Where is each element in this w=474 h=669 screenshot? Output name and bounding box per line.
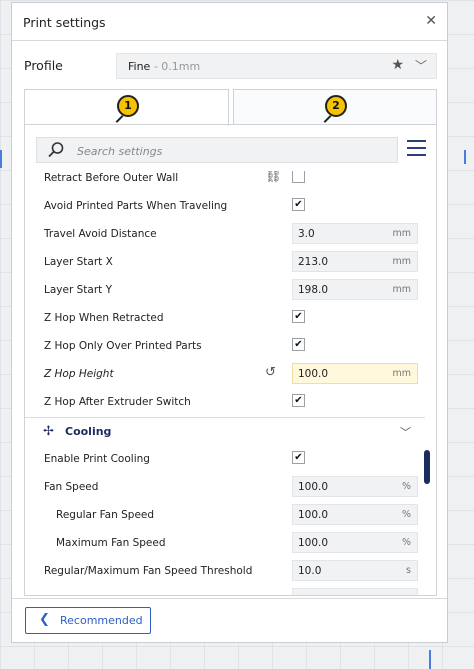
setting-row-z-hop-after-extruder-switch: Z Hop After Extruder Switch ✔	[25, 388, 425, 416]
profile-value-main: Fine	[128, 60, 151, 73]
setting-label: Z Hop Height	[44, 368, 114, 380]
field-value: 10.0	[298, 565, 322, 577]
setting-label: Travel Avoid Distance	[44, 228, 157, 240]
field-value: 100.0	[298, 481, 329, 493]
setting-label: Avoid Printed Parts When Traveling	[44, 200, 228, 212]
field-unit: mm	[392, 368, 411, 379]
setting-row-partial	[25, 585, 425, 595]
field-value: 3.0	[298, 228, 315, 240]
setting-row-fan-speed: Fan Speed 100.0 %	[25, 473, 425, 501]
panel-title: Print settings	[23, 15, 106, 30]
field-unit: %	[401, 509, 411, 520]
print-settings-panel: Print settings ✕ Profile Fine - 0.1mm ★ …	[11, 2, 448, 643]
field-value: 198.0	[298, 284, 329, 296]
setting-row-z-hop-height: Z Hop Height ↺ 100.0 mm	[25, 360, 425, 388]
setting-label: Z Hop After Extruder Switch	[44, 396, 191, 408]
setting-row-fan-speed-threshold: Regular/Maximum Fan Speed Threshold 10.0…	[25, 557, 425, 585]
profile-value-sub: - 0.1mm	[150, 60, 201, 73]
star-icon[interactable]: ★	[391, 57, 404, 73]
setting-label: Regular Fan Speed	[56, 509, 155, 521]
viewport-line-right	[464, 150, 466, 164]
close-icon[interactable]: ✕	[425, 13, 437, 29]
setting-label: Z Hop When Retracted	[44, 312, 164, 324]
retract-before-outer-wall-checkbox[interactable]	[292, 171, 305, 183]
setting-label: Enable Print Cooling	[44, 453, 150, 465]
extruder-tabs: 1 2	[24, 89, 437, 126]
fan-speed-threshold-field[interactable]: 10.0 s	[292, 560, 418, 581]
profile-label: Profile	[24, 58, 63, 73]
chevron-down-icon[interactable]: ﹀	[415, 57, 427, 74]
profile-select[interactable]: Fine - 0.1mm ★ ﹀	[116, 53, 437, 79]
search-input[interactable]	[75, 138, 397, 164]
section-cooling-header[interactable]: ✢ Cooling ﹀	[25, 417, 425, 446]
viewport-line-left	[0, 150, 2, 168]
section-title: Cooling	[65, 425, 112, 438]
setting-label: Z Hop Only Over Printed Parts	[44, 340, 202, 352]
search-icon	[48, 142, 64, 158]
field-value: 100.0	[298, 537, 329, 549]
travel-avoid-distance-field[interactable]: 3.0 mm	[292, 223, 418, 244]
tab-extruder-2[interactable]: 2	[233, 89, 437, 125]
chevron-down-icon[interactable]: ﹀	[400, 424, 411, 440]
setting-row-regular-fan-speed: Regular Fan Speed 100.0 %	[25, 501, 425, 529]
setting-row-avoid-printed-parts: Avoid Printed Parts When Traveling ✔	[25, 192, 425, 220]
setting-label: Regular/Maximum Fan Speed Threshold	[44, 565, 253, 577]
fan-speed-field[interactable]: 100.0 %	[292, 476, 418, 497]
chevron-left-icon: ❮	[39, 612, 50, 627]
setting-row-retract-before-outer-wall: Retract Before Outer Wall ⛓	[25, 171, 425, 192]
recommended-button[interactable]: ❮ Recommended	[25, 607, 151, 634]
setting-label: Maximum Fan Speed	[56, 537, 166, 549]
layer-start-y-field[interactable]: 198.0 mm	[292, 279, 418, 300]
field-unit: %	[401, 537, 411, 548]
setting-row-enable-print-cooling: Enable Print Cooling ✔	[25, 445, 425, 473]
setting-row-maximum-fan-speed: Maximum Fan Speed 100.0 %	[25, 529, 425, 557]
field-unit: %	[401, 481, 411, 492]
field-unit: s	[406, 565, 411, 576]
link-icon[interactable]: ⛓	[265, 171, 282, 184]
reset-icon[interactable]: ↺	[265, 365, 276, 380]
setting-row-z-hop-only-over-printed: Z Hop Only Over Printed Parts ✔	[25, 332, 425, 360]
field-value: 100.0	[298, 368, 329, 380]
setting-row-layer-start-y: Layer Start Y 198.0 mm	[25, 276, 425, 304]
setting-label: Layer Start X	[44, 256, 113, 268]
z-hop-only-over-printed-checkbox[interactable]: ✔	[292, 338, 305, 351]
avoid-printed-parts-checkbox[interactable]: ✔	[292, 198, 305, 211]
settings-content: Retract Before Outer Wall ⛓ Avoid Printe…	[24, 124, 437, 596]
z-hop-after-extruder-switch-checkbox[interactable]: ✔	[292, 394, 305, 407]
setting-row-travel-avoid-distance: Travel Avoid Distance 3.0 mm	[25, 220, 425, 248]
viewport-line-bottom	[429, 650, 431, 669]
z-hop-when-retracted-checkbox[interactable]: ✔	[292, 310, 305, 323]
layer-start-x-field[interactable]: 213.0 mm	[292, 251, 418, 272]
setting-row-layer-start-x: Layer Start X 213.0 mm	[25, 248, 425, 276]
field-unit: mm	[392, 228, 411, 239]
settings-menu-icon[interactable]	[407, 140, 426, 157]
field-unit: mm	[392, 256, 411, 267]
field-unit: mm	[392, 284, 411, 295]
z-hop-height-field[interactable]: 100.0 mm	[292, 363, 418, 384]
title-bar: Print settings ✕	[12, 3, 447, 41]
setting-label: Fan Speed	[44, 481, 99, 493]
search-box	[36, 137, 398, 164]
footer: ❮ Recommended	[12, 598, 447, 643]
profile-value: Fine - 0.1mm	[128, 60, 200, 73]
extruder-1-badge: 1	[117, 95, 139, 117]
extruder-2-badge: 2	[325, 95, 347, 117]
partial-field[interactable]	[292, 588, 418, 595]
setting-label: Retract Before Outer Wall	[44, 172, 179, 184]
setting-row-z-hop-when-retracted: Z Hop When Retracted ✔	[25, 304, 425, 332]
recommended-label: Recommended	[60, 614, 143, 627]
enable-print-cooling-checkbox[interactable]: ✔	[292, 451, 305, 464]
settings-list: Retract Before Outer Wall ⛓ Avoid Printe…	[25, 171, 425, 595]
tab-extruder-1[interactable]: 1	[24, 89, 229, 126]
settings-scrollbar[interactable]	[424, 450, 430, 484]
field-value: 100.0	[298, 509, 329, 521]
maximum-fan-speed-field[interactable]: 100.0 %	[292, 532, 418, 553]
regular-fan-speed-field[interactable]: 100.0 %	[292, 504, 418, 525]
setting-label: Layer Start Y	[44, 284, 113, 296]
field-value: 213.0	[298, 256, 329, 268]
fan-icon: ✢	[43, 424, 54, 439]
